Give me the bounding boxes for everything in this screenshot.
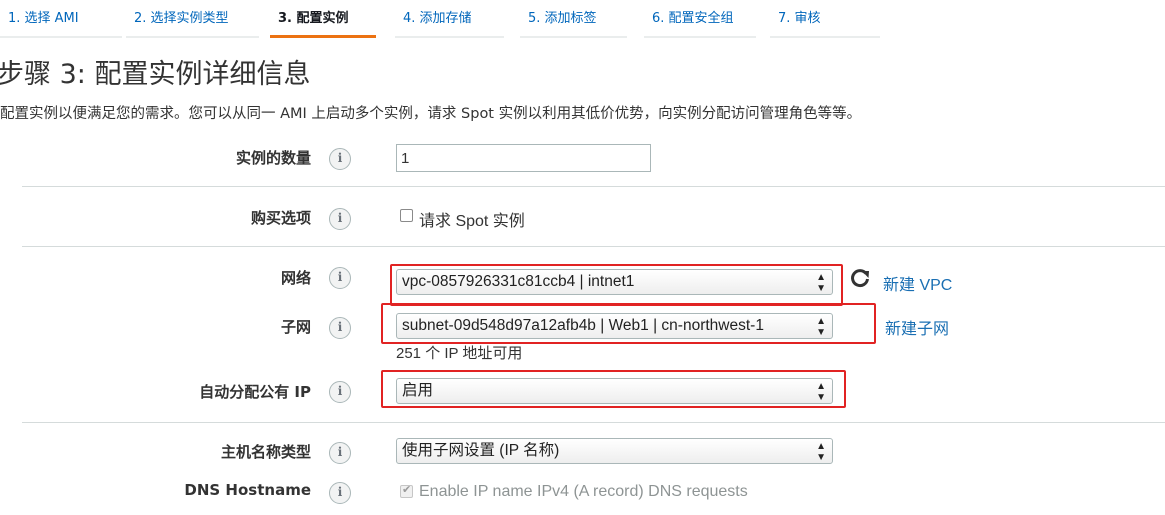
instance-count-input[interactable] — [396, 144, 651, 172]
auto-assign-ip-select[interactable]: 启用 ▲ ▼ — [396, 378, 833, 404]
refresh-icon[interactable] — [849, 267, 871, 289]
spot-request-label[interactable]: 请求 Spot 实例 — [419, 207, 525, 231]
instance-count-info-icon[interactable]: i — [329, 148, 351, 170]
network-select-value: vpc-0857926331c81ccb4 | intnet1 — [402, 273, 635, 290]
hostname-type-label: 主机名称类型 — [220, 443, 311, 461]
instance-count-label: 实例的数量 — [235, 149, 311, 167]
page-title: 步骤 3: 配置实例详细信息 — [0, 59, 311, 90]
dns-hostname-info-icon[interactable]: i — [329, 482, 351, 504]
page-description: 配置实例以便满足您的需求。您可以从同一 AMI 上启动多个实例，请求 Spot … — [0, 106, 862, 122]
auto-assign-ip-info-icon[interactable]: i — [329, 381, 351, 403]
tab-configure-security-group[interactable]: 6. 配置安全组 — [644, 0, 756, 38]
wizard-tabs: 1. 选择 AMI 2. 选择实例类型 3. 配置实例 4. 添加存储 5. 添… — [0, 0, 900, 38]
tab-configure-instance[interactable]: 3. 配置实例 — [270, 0, 376, 38]
dns-hostname-label: DNS Hostname — [184, 481, 311, 499]
divider — [22, 422, 1165, 423]
tab-review[interactable]: 7. 审核 — [770, 0, 880, 38]
spot-request-checkbox[interactable] — [400, 209, 413, 222]
updown-arrow-icon: ▲ ▼ — [816, 441, 826, 463]
tab-choose-instance-type[interactable]: 2. 选择实例类型 — [126, 0, 259, 38]
network-select[interactable]: vpc-0857926331c81ccb4 | intnet1 ▲ ▼ — [396, 269, 833, 295]
purchase-option-info-icon[interactable]: i — [329, 208, 351, 230]
updown-arrow-icon: ▲ ▼ — [816, 316, 826, 338]
create-subnet-link[interactable]: 新建子网 — [885, 315, 949, 339]
create-vpc-link[interactable]: 新建 VPC — [883, 271, 952, 295]
hostname-type-info-icon[interactable]: i — [329, 442, 351, 464]
subnet-label: 子网 — [280, 318, 311, 336]
tab-add-tags[interactable]: 5. 添加标签 — [520, 0, 627, 38]
subnet-info-icon[interactable]: i — [329, 317, 351, 339]
hostname-type-select-value: 使用子网设置 (IP 名称) — [402, 442, 560, 459]
subnet-select[interactable]: subnet-09d548d97a12afb4b | Web1 | cn-nor… — [396, 313, 833, 339]
network-info-icon[interactable]: i — [329, 267, 351, 289]
dns-a-record-checkbox[interactable]: ✔ — [400, 483, 413, 498]
available-ip-count: 251 个 IP 地址可用 — [396, 345, 523, 362]
auto-assign-ip-label: 自动分配公有 IP — [199, 383, 311, 401]
updown-arrow-icon: ▲ ▼ — [816, 272, 826, 294]
auto-assign-ip-select-value: 启用 — [402, 382, 434, 399]
network-label: 网络 — [280, 269, 311, 287]
divider — [22, 186, 1165, 187]
tab-add-storage[interactable]: 4. 添加存储 — [395, 0, 504, 38]
dns-a-record-label: Enable IP name IPv4 (A record) DNS reque… — [419, 483, 748, 500]
subnet-select-value: subnet-09d548d97a12afb4b | Web1 | cn-nor… — [402, 317, 764, 334]
updown-arrow-icon: ▲ ▼ — [816, 381, 826, 403]
purchase-option-label: 购买选项 — [250, 209, 311, 227]
checkmark-icon: ✔ — [402, 483, 412, 496]
divider — [22, 246, 1165, 247]
hostname-type-select[interactable]: 使用子网设置 (IP 名称) ▲ ▼ — [396, 438, 833, 464]
tab-choose-ami[interactable]: 1. 选择 AMI — [0, 0, 122, 38]
